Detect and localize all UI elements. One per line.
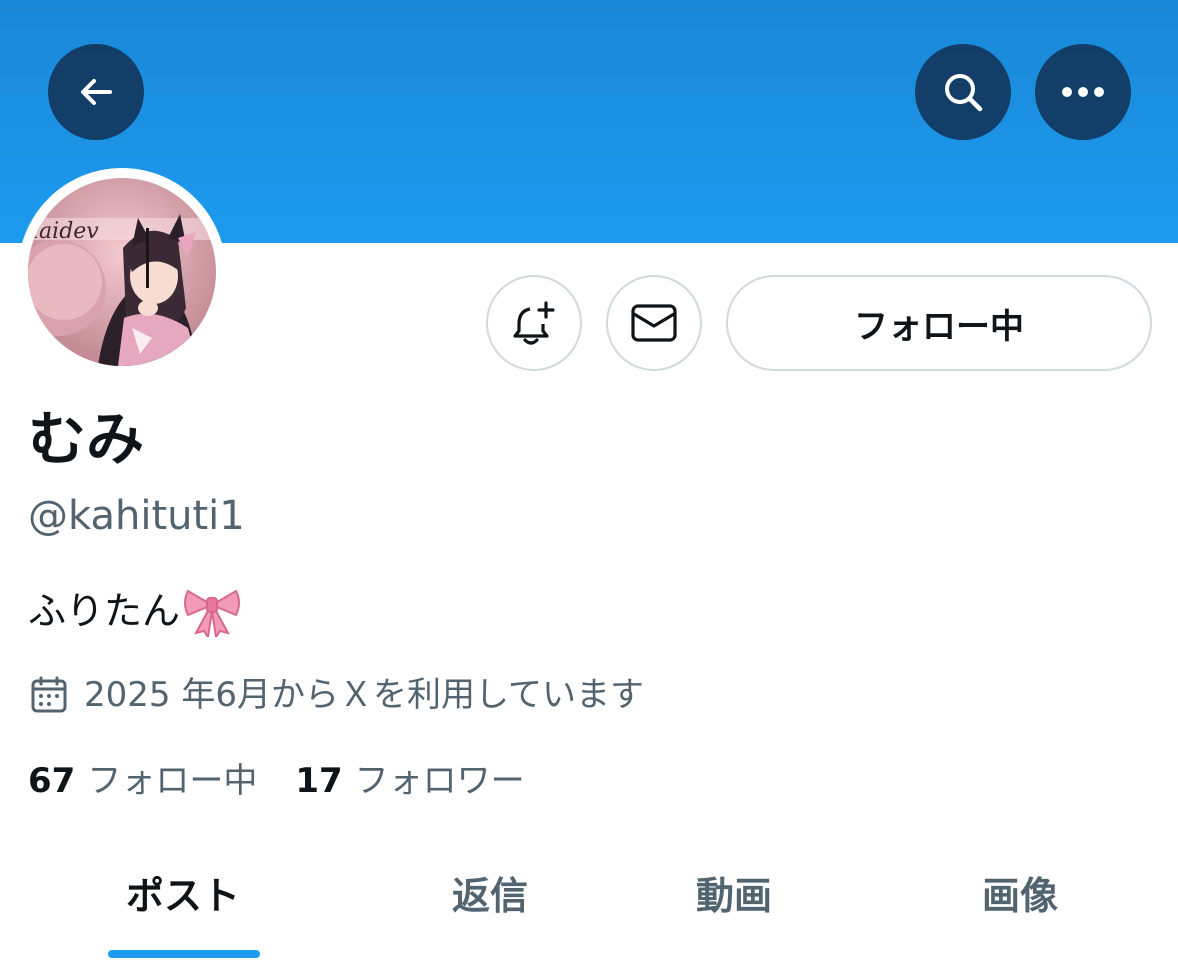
calendar-icon bbox=[31, 676, 67, 713]
tab-replies[interactable]: 返信 bbox=[420, 866, 560, 926]
following-label: フォロー中 bbox=[87, 761, 258, 801]
following-count: 67 bbox=[28, 761, 76, 801]
more-options-button[interactable] bbox=[1035, 44, 1131, 140]
joined-date: 2025 年6月からＸを利用しています bbox=[30, 670, 644, 720]
tab-videos[interactable]: 動画 bbox=[664, 866, 804, 926]
arrow-left-icon bbox=[81, 79, 112, 105]
follow-stats: 67 フォロー中 17 フォロワー bbox=[28, 756, 525, 806]
bell-plus-icon bbox=[513, 301, 555, 345]
followers-link[interactable]: 17 フォロワー bbox=[295, 756, 524, 806]
back-button[interactable] bbox=[48, 44, 144, 140]
active-tab-indicator bbox=[108, 950, 260, 958]
mail-icon bbox=[631, 304, 677, 342]
avatar[interactable]: laidev bbox=[28, 178, 216, 366]
svg-text:laidev: laidev bbox=[32, 219, 99, 244]
notify-button[interactable] bbox=[486, 275, 582, 371]
search-icon bbox=[945, 74, 983, 112]
followers-count: 17 bbox=[295, 761, 343, 801]
tab-media[interactable]: 画像 bbox=[950, 866, 1090, 926]
followers-label: フォロワー bbox=[354, 761, 525, 801]
display-name: むみ bbox=[28, 405, 145, 473]
following-button[interactable]: フォロー中 bbox=[726, 275, 1152, 371]
search-button[interactable] bbox=[915, 44, 1011, 140]
message-button[interactable] bbox=[606, 275, 702, 371]
bio: ふりたん bbox=[28, 585, 242, 637]
joined-text: 2025 年6月からＸを利用しています bbox=[84, 675, 644, 715]
bio-text: ふりたん bbox=[28, 589, 181, 633]
username-handle: @kahituti1 bbox=[28, 493, 245, 539]
ribbon-bow-icon bbox=[182, 585, 242, 637]
following-link[interactable]: 67 フォロー中 bbox=[28, 756, 257, 806]
tab-posts[interactable]: ポスト bbox=[108, 866, 258, 926]
more-horizontal-icon bbox=[1062, 87, 1104, 97]
